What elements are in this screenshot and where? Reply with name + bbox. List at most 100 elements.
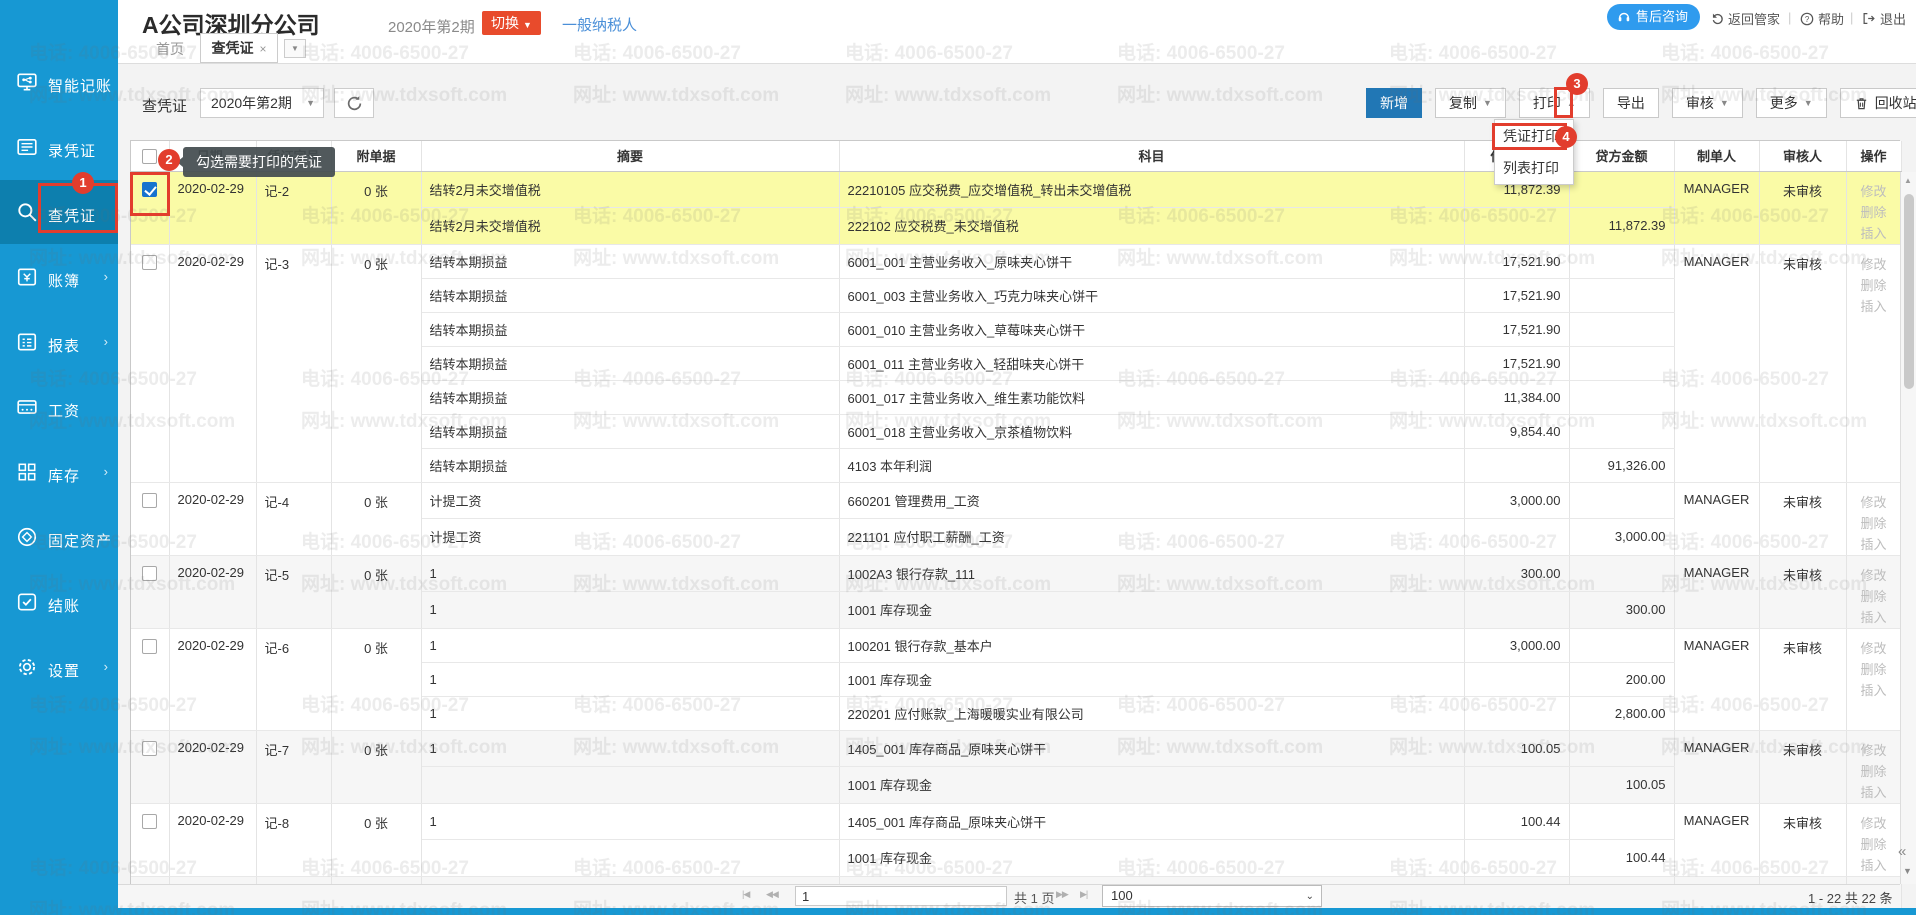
row-action-link[interactable]: 删除 <box>1855 513 1893 534</box>
row-action-link[interactable]: 修改 <box>1855 813 1893 834</box>
print-menu-item-2[interactable]: 列表打印 <box>1495 152 1573 184</box>
debit-amount: 17,521.90 <box>1503 356 1561 371</box>
debit-amount: 9,854.40 <box>1510 424 1561 439</box>
inventory-icon <box>16 461 38 483</box>
next-page-button[interactable]: ▶▶ <box>1056 889 1068 900</box>
page-number-input[interactable] <box>795 886 1007 906</box>
switch-period-button[interactable]: 切换▼ <box>482 11 541 35</box>
row-action-link[interactable]: 删除 <box>1855 761 1893 782</box>
row-action-link[interactable]: 插入 <box>1855 223 1893 244</box>
row-action-link[interactable]: 插入 <box>1855 855 1893 876</box>
row-action-link[interactable]: 修改 <box>1855 492 1893 513</box>
taxpayer-type-link[interactable]: 一般纳税人 <box>562 14 637 35</box>
sidebar-item-4[interactable]: 账簿› <box>0 245 118 309</box>
voucher-number: 记-2 <box>265 184 290 199</box>
row-checkbox[interactable] <box>142 255 157 270</box>
sidebar-item-label: 设置 <box>48 660 80 681</box>
close-icon[interactable]: × <box>259 42 266 56</box>
scrollbar-thumb[interactable] <box>1904 194 1914 389</box>
sidebar-item-9[interactable]: 结账 <box>0 570 118 634</box>
select-all-checkbox[interactable] <box>142 149 157 164</box>
credit-amount: 2,800.00 <box>1615 706 1666 721</box>
after-sales-consult-button[interactable]: 售后咨询 <box>1607 4 1700 30</box>
debit-amount: 100.05 <box>1521 741 1561 756</box>
table-row[interactable]: 2020-02-29记-60 张1100201 银行存款_基本户3,000.00… <box>131 628 1901 662</box>
row-action-link[interactable]: 插入 <box>1855 680 1893 701</box>
table-row[interactable]: 2020-02-29记-50 张11002A3 银行存款_111300.00MA… <box>131 555 1901 592</box>
toolbar-button-5[interactable]: 审核▼ <box>1672 88 1743 118</box>
prev-page-button[interactable]: ◀◀ <box>766 889 778 900</box>
chevron-down-icon[interactable]: ▼ <box>1903 866 1912 876</box>
account-cell: 1001 库存现金 <box>848 851 933 866</box>
sidebar-item-label: 查凭证 <box>48 205 96 226</box>
voucher-table: 日期↑凭证字号附单据摘要科目借方金额贷方金额制单人审核人操作 2020-02-2… <box>130 140 1900 915</box>
table-row[interactable]: 2020-02-29记-30 张结转本期损益6001_001 主营业务收入_原味… <box>131 244 1901 278</box>
divider: | <box>1850 10 1853 25</box>
row-action-link[interactable]: 删除 <box>1855 275 1893 296</box>
row-checkbox[interactable] <box>142 741 157 756</box>
credit-amount: 100.05 <box>1626 777 1666 792</box>
table-row[interactable]: 2020-02-29记-40 张计提工资660201 管理费用_工资3,000.… <box>131 482 1901 519</box>
row-checkbox[interactable] <box>142 493 157 508</box>
chevron-right-icon: › <box>104 659 108 674</box>
row-action-link[interactable]: 修改 <box>1855 254 1893 275</box>
tab-list-dropdown[interactable]: ▼ <box>284 39 306 58</box>
table-header-row: 日期↑凭证字号附单据摘要科目借方金额贷方金额制单人审核人操作 <box>131 141 1901 171</box>
filter-label: 查凭证 <box>142 95 187 116</box>
row-action-link[interactable]: 修改 <box>1855 181 1893 202</box>
credit-amount: 100.44 <box>1626 850 1666 865</box>
row-action-link[interactable]: 插入 <box>1855 607 1893 628</box>
period-select[interactable]: 2020年第2期▼ <box>200 88 324 118</box>
summary-cell: 结转本期损益 <box>430 255 508 270</box>
row-action-link[interactable]: 删除 <box>1855 586 1893 607</box>
first-page-button[interactable]: |◀ <box>742 889 749 900</box>
row-action-link[interactable]: 删除 <box>1855 834 1893 855</box>
ledger-icon <box>16 266 38 288</box>
toolbar-button-6[interactable]: 更多▼ <box>1756 88 1827 118</box>
voucher-number: 记-5 <box>265 568 290 583</box>
row-checkbox[interactable] <box>142 566 157 581</box>
refresh-button[interactable] <box>334 88 374 118</box>
sidebar-item-5[interactable]: 报表› <box>0 310 118 374</box>
scroll-up-icon[interactable]: ▲ <box>1904 176 1912 185</box>
row-action-link[interactable]: 插入 <box>1855 296 1893 317</box>
summary-cell: 结转本期损益 <box>430 391 508 406</box>
sidebar-item-2[interactable]: 录凭证 <box>0 115 118 179</box>
tab-voucher-search[interactable]: 查凭证× <box>200 33 278 63</box>
sidebar-item-10[interactable]: 设置 › <box>0 635 118 699</box>
page-size-select[interactable]: 100⌄ <box>1102 885 1322 907</box>
toolbar-button-7[interactable]: 回收站 <box>1840 88 1916 118</box>
debit-amount: 100.44 <box>1521 814 1561 829</box>
account-cell: 1405_001 库存商品_原味夹心饼干 <box>848 815 1047 830</box>
table-row[interactable]: 2020-02-29记-70 张11405_001 库存商品_原味夹心饼干100… <box>131 730 1901 767</box>
tab-home[interactable]: 首页 <box>142 36 198 62</box>
last-page-button[interactable]: ▶| <box>1080 889 1087 900</box>
row-action-link[interactable]: 删除 <box>1855 202 1893 223</box>
back-admin-link[interactable]: 返回管家 <box>1710 9 1780 28</box>
row-action-link[interactable]: 插入 <box>1855 534 1893 555</box>
account-cell: 1405_001 库存商品_原味夹心饼干 <box>848 742 1047 757</box>
sidebar-item-7[interactable]: 库存› <box>0 440 118 504</box>
vertical-scrollbar[interactable]: ▲ <box>1900 172 1916 884</box>
toolbar-button-1[interactable]: 新增 <box>1366 88 1422 118</box>
sidebar-item-1[interactable]: 智能记账 <box>0 50 118 114</box>
sidebar-item-6[interactable]: 工资 <box>0 375 118 439</box>
row-action-link[interactable]: 删除 <box>1855 659 1893 680</box>
sidebar-item-label: 智能记账 <box>48 75 112 96</box>
collapse-icon[interactable]: « <box>1898 843 1906 860</box>
table-row[interactable]: 2020-02-29记-80 张11405_001 库存商品_原味夹心饼干100… <box>131 803 1901 840</box>
help-link[interactable]: ? 帮助 <box>1800 9 1844 28</box>
sidebar-item-8[interactable]: 固定资产 <box>0 505 118 569</box>
logout-link[interactable]: 退出 <box>1862 9 1906 28</box>
table-row[interactable]: 2020-02-29记-20 张结转2月未交增值税22210105 应交税费_应… <box>131 171 1901 208</box>
row-checkbox[interactable] <box>142 182 157 197</box>
toolbar-button-2[interactable]: 复制▼ <box>1435 88 1506 118</box>
row-checkbox[interactable] <box>142 814 157 829</box>
toolbar-button-4[interactable]: 导出 <box>1603 88 1659 118</box>
row-action-link[interactable]: 插入 <box>1855 782 1893 803</box>
row-action-link[interactable]: 修改 <box>1855 565 1893 586</box>
row-checkbox[interactable] <box>142 639 157 654</box>
sidebar-item-3[interactable]: 查凭证 <box>0 180 118 244</box>
row-action-link[interactable]: 修改 <box>1855 638 1893 659</box>
row-action-link[interactable]: 修改 <box>1855 740 1893 761</box>
